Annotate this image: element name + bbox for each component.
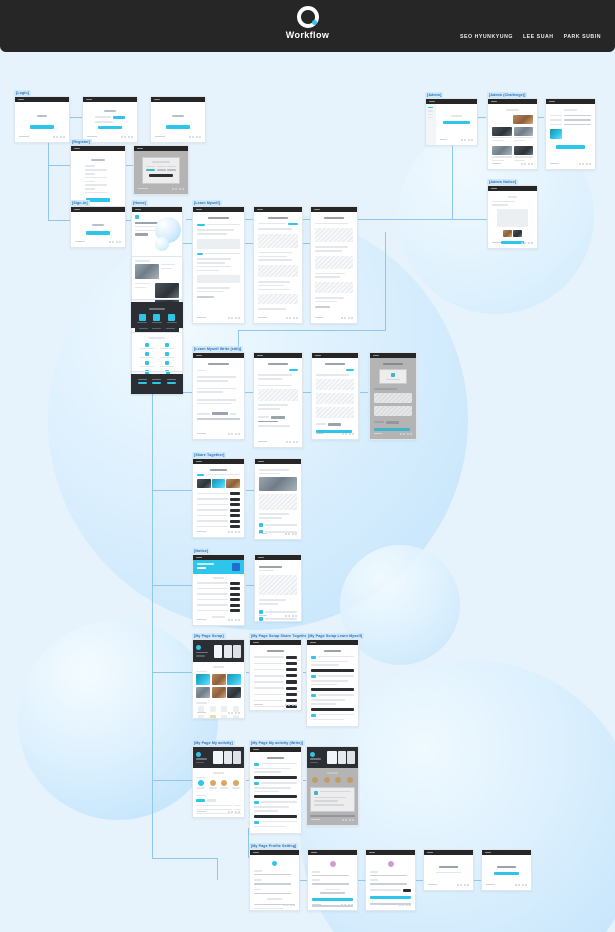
group-label-my-page-scrap-share-together: [My Page Scrap Share Together] (249, 633, 312, 639)
screen-lm-write-4-dimmed[interactable] (369, 352, 417, 440)
group-label-register: [Register] (70, 139, 92, 145)
connector (246, 490, 254, 491)
connector (245, 243, 253, 244)
screen-admin-challenge-2[interactable] (545, 98, 596, 170)
member-name: SEO HYUNKYUNG (459, 34, 513, 40)
screen-share-together-list[interactable] (192, 458, 245, 538)
group-label-home: [Home] (131, 200, 149, 206)
screen-home-grid[interactable] (131, 332, 183, 372)
connector (385, 232, 386, 330)
screen-lm-write-1[interactable] (192, 352, 245, 440)
screen-profile-setting-4[interactable] (423, 849, 474, 891)
screen-my-page-activity-write-1[interactable] (249, 746, 302, 834)
group-label-my-page-scrap-learn-myself: [My Page Scrap Learn Myself] (306, 633, 365, 639)
screen-home-footer-dark[interactable] (131, 374, 183, 394)
screen-my-page-activity[interactable] (192, 746, 245, 818)
group-label-my-page-scrap: [My Page Scrap] (192, 633, 226, 639)
connector (360, 392, 368, 393)
screen-my-page-scrap[interactable] (192, 639, 245, 719)
app-header: Workflow SEO HYUNKYUNG LEE SUAH PARK SUB… (0, 0, 615, 52)
connector (246, 585, 254, 586)
screen-my-page-scrap-learn-myself[interactable] (306, 639, 359, 727)
connector (152, 585, 192, 586)
group-label-notice: [Notice] (192, 548, 211, 554)
member-list: SEO HYUNKYUNG LEE SUAH PARK SUBIN (460, 34, 601, 40)
connector (182, 392, 192, 393)
connector (478, 117, 486, 118)
screen-notice-detail[interactable] (254, 554, 302, 622)
connector (48, 135, 49, 220)
group-label-admin-notice: [Admin Notice] (487, 179, 519, 185)
connector (152, 780, 192, 781)
screen-profile-setting-5[interactable] (481, 849, 532, 891)
connector (452, 219, 487, 220)
connector (182, 243, 192, 244)
group-label-login: [Login] (14, 90, 32, 96)
screen-admin-notice[interactable] (487, 185, 538, 249)
connector (152, 490, 192, 491)
background-blob-bottom-left (18, 620, 218, 820)
screen-my-page-activity-write-2-dimmed[interactable] (306, 746, 359, 826)
group-label-my-page-activity: [My Page My activity] (192, 740, 235, 746)
group-label-share-together: [Share Together] (192, 452, 227, 458)
member-name: PARK SUBIN (563, 34, 601, 40)
connector (452, 140, 453, 220)
screen-learn-myself-1[interactable] (192, 206, 245, 324)
group-label-my-page-activity-write: [My Page My activity (Write)] (249, 740, 306, 746)
screen-lm-write-3[interactable] (311, 352, 359, 440)
screen-profile-setting-3[interactable] (365, 849, 416, 911)
connector (152, 672, 192, 673)
screen-share-together-detail[interactable] (254, 458, 302, 540)
connector (217, 858, 218, 880)
member-name: LEE SUAH (522, 34, 554, 40)
group-label-admin: [Admin] (425, 92, 444, 98)
group-label-my-page-profile-setting: [My Page Profile Setting] (249, 843, 299, 849)
group-label-admin-challenge: [Admin (Challenge)] (487, 92, 528, 98)
screen-home-section-dark[interactable] (131, 302, 183, 328)
connector (302, 243, 310, 244)
q-circle-logo-icon (296, 6, 319, 28)
screen-admin-challenge-1[interactable] (487, 98, 538, 170)
workflow-board: Workflow SEO HYUNKYUNG LEE SUAH PARK SUB… (0, 0, 615, 932)
screen-register-modal[interactable] (133, 145, 189, 195)
screen-signin-1[interactable] (70, 206, 126, 248)
connector-trunk (152, 390, 153, 858)
screen-profile-setting-1[interactable] (249, 849, 300, 911)
screen-lm-write-2[interactable] (253, 352, 303, 448)
connector (245, 392, 253, 393)
screen-profile-setting-2[interactable] (307, 849, 358, 911)
screen-learn-myself-2[interactable] (253, 206, 303, 324)
screen-login-1[interactable] (14, 96, 70, 143)
connector (238, 330, 386, 331)
screen-admin[interactable] (425, 98, 478, 146)
screen-notice-list[interactable] (192, 554, 245, 626)
screen-login-3[interactable] (150, 96, 206, 143)
connector (152, 858, 217, 859)
group-label-learn-myself-write: [Learn Myself Write (edit)] (192, 346, 244, 352)
connector (303, 392, 311, 393)
connector (70, 117, 82, 118)
screen-login-2[interactable] (82, 96, 138, 143)
group-label-signin: [Sign-in] (70, 200, 90, 206)
screen-learn-myself-3[interactable] (310, 206, 358, 324)
screen-home-photos[interactable] (131, 256, 183, 300)
group-label-learn-myself: [Learn Myself] (192, 200, 223, 206)
screen-my-page-scrap-share-together[interactable] (249, 639, 302, 711)
